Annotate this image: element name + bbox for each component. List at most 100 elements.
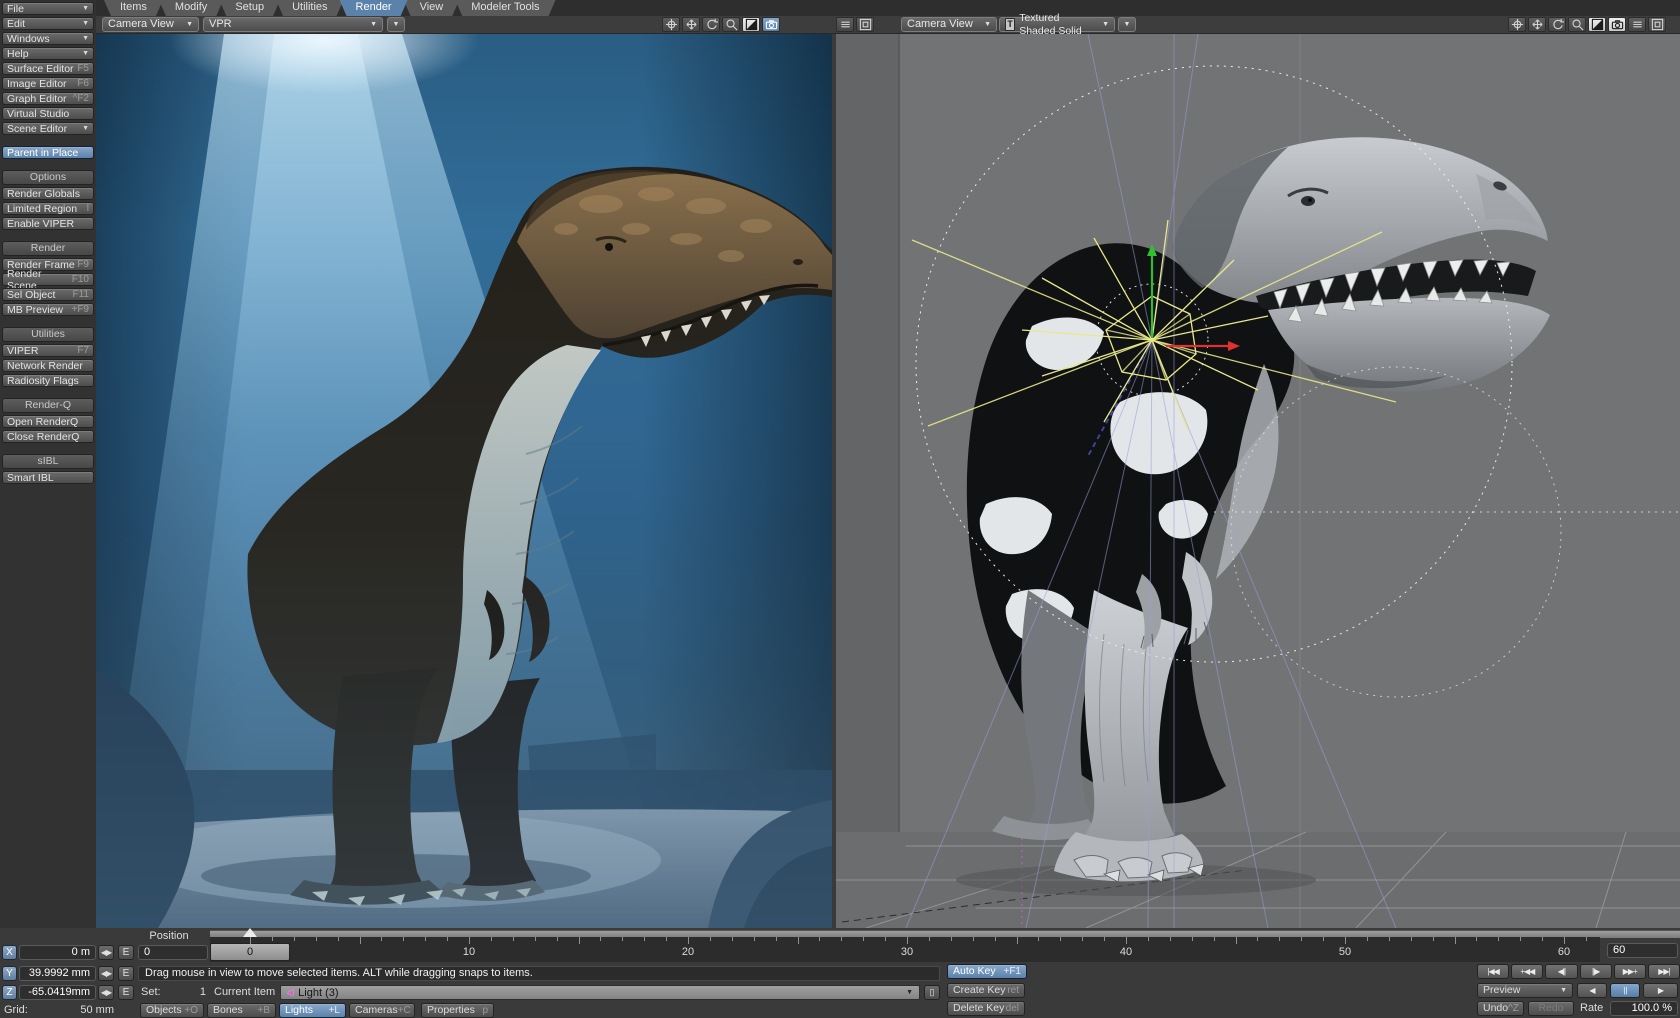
menu-windows[interactable]: Windows▼ (2, 32, 94, 45)
x-value-field[interactable]: 0 m (19, 945, 96, 960)
sidebar-item-graph-editor[interactable]: Graph Editor^F2 (2, 92, 94, 105)
item-type-bones[interactable]: Bones+B (207, 1003, 276, 1018)
move-icon[interactable] (1528, 17, 1546, 32)
sidebar-item-open-renderq[interactable]: Open RenderQ (2, 415, 94, 428)
timeline-marker-icon[interactable] (243, 928, 257, 937)
left-viewport-extra-dropdown[interactable]: ▼ (387, 17, 405, 32)
x-stepper[interactable]: ◀▶ (98, 945, 114, 960)
left-viewport-mode-dropdown[interactable]: VPR ▼ (203, 17, 383, 32)
x-axis-button[interactable]: X (2, 945, 17, 960)
sidebar-item-virtual-studio[interactable]: Virtual Studio (2, 107, 94, 120)
tab-render[interactable]: Render (340, 0, 408, 16)
prev-key-button[interactable]: +◀◀ (1511, 964, 1543, 979)
y-stepper[interactable]: ◀▶ (98, 966, 114, 981)
item-type-lights[interactable]: Lights+L (279, 1003, 346, 1018)
label: Delete Key (953, 1002, 1004, 1015)
auto-key-button[interactable]: Auto Key+F1 (947, 964, 1027, 979)
bottom-control-panel: Position 0 102030405060 60 X 0 m ◀▶ E 0 … (0, 928, 1680, 1018)
right-viewport-extra-dropdown[interactable]: ▼ (1118, 17, 1136, 32)
label: Cameras (355, 1004, 398, 1017)
fit-icon[interactable] (742, 17, 760, 32)
menu-help[interactable]: Help▼ (2, 47, 94, 60)
rotate-icon[interactable] (1548, 17, 1566, 32)
fit-icon[interactable] (1588, 17, 1606, 32)
y-value-field[interactable]: 39.9992 mm (19, 966, 96, 981)
camera-viewport-opengl[interactable] (836, 34, 1680, 928)
undo-button[interactable]: Undo ^Z (1477, 1001, 1524, 1016)
ruler-tick (776, 937, 777, 941)
sidebar-item-render-globals[interactable]: Render Globals (2, 187, 94, 200)
rate-value-field[interactable]: 100.0 % (1610, 1001, 1678, 1016)
tab-items[interactable]: Items (104, 0, 163, 16)
sidebar-item-network-render[interactable]: Network Render (2, 359, 94, 372)
maximize-icon[interactable] (1648, 17, 1666, 32)
menu-edit[interactable]: Edit▼ (2, 17, 94, 30)
play-forward-button[interactable]: ▶ (1643, 983, 1678, 998)
camera-icon[interactable] (762, 17, 780, 32)
sidebar-item-limited-region[interactable]: Limited Regionl (2, 202, 94, 215)
sidebar-item-scene-editor[interactable]: Scene Editor▼ (2, 122, 94, 135)
zoom-icon[interactable] (722, 17, 740, 32)
zoom-icon[interactable] (1568, 17, 1586, 32)
sidebar-item-close-renderq[interactable]: Close RenderQ (2, 430, 94, 443)
current-frame-field[interactable]: 0 (138, 945, 208, 960)
play-reverse-button[interactable]: ◀ (1577, 983, 1607, 998)
item-type-properties[interactable]: Propertiesp (421, 1003, 494, 1018)
next-key-button[interactable]: ▶▶+ (1614, 964, 1646, 979)
current-item-dropdown[interactable]: ◀ Light (3) ▼ (280, 985, 920, 1000)
sidebar-item-render-scene[interactable]: Render SceneF10 (2, 273, 94, 286)
sidebar-item-sel-object[interactable]: Sel ObjectF11 (2, 288, 94, 301)
item-type-objects[interactable]: Objects+O (140, 1003, 204, 1018)
sidebar-item-enable-viper[interactable]: Enable VIPER (2, 217, 94, 230)
y-axis-button[interactable]: Y (2, 966, 17, 981)
go-last-frame-button[interactable]: ▶▶| (1648, 964, 1680, 979)
rotate-icon[interactable] (702, 17, 720, 32)
create-key-button[interactable]: Create Keyret (947, 983, 1025, 998)
menu-icon[interactable] (836, 17, 854, 32)
timeline-ruler[interactable]: 0 102030405060 (210, 937, 1600, 962)
tab-view[interactable]: View (404, 0, 460, 16)
tab-modify[interactable]: Modify (159, 0, 223, 16)
pause-button[interactable]: | | (1610, 983, 1640, 998)
frame-slider-handle[interactable]: 0 (210, 943, 290, 961)
sidebar-item-parent-in-place[interactable]: Parent in Place (2, 146, 94, 159)
tab-modeler-tools[interactable]: Modeler Tools (455, 0, 555, 16)
left-viewport-view-dropdown[interactable]: Camera View ▼ (102, 17, 199, 32)
center-item-icon[interactable] (662, 17, 680, 32)
sidebar-item-mb-preview[interactable]: MB Preview+F9 (2, 303, 94, 316)
camera-icon[interactable] (1608, 17, 1626, 32)
z-envelope-button[interactable]: E (118, 985, 134, 1000)
center-item-icon[interactable] (1508, 17, 1526, 32)
move-icon[interactable] (682, 17, 700, 32)
sidebar-item-viper[interactable]: VIPERF7 (2, 344, 94, 357)
camera-viewport-vpr-render[interactable] (96, 34, 832, 928)
sidebar-item-radiosity-flags[interactable]: Radiosity Flags (2, 374, 94, 387)
z-stepper[interactable]: ◀▶ (98, 985, 114, 1000)
last-frame-field[interactable]: 60 (1607, 943, 1678, 958)
step-forward-button[interactable]: ||▶ (1580, 964, 1612, 979)
redo-button[interactable]: Redo (1528, 1001, 1574, 1016)
tab-setup[interactable]: Setup (219, 0, 280, 16)
right-viewport-view-dropdown[interactable]: Camera View ▼ (901, 17, 997, 32)
sidebar-item-smart-ibl[interactable]: Smart IBL (2, 471, 94, 484)
x-envelope-button[interactable]: E (118, 945, 134, 960)
right-viewport-mode-dropdown[interactable]: T Textured Shaded Solid ▼ (999, 17, 1115, 32)
maximize-icon[interactable] (856, 17, 874, 32)
tab-utilities[interactable]: Utilities (276, 0, 343, 16)
sidebar-item-surface-editor[interactable]: Surface EditorF5 (2, 62, 94, 75)
ruler-tick (1345, 937, 1346, 944)
z-axis-button[interactable]: Z (2, 985, 17, 1000)
item-type-cameras[interactable]: Cameras+C (349, 1003, 415, 1018)
menu-icon[interactable] (1628, 17, 1646, 32)
go-first-frame-button[interactable]: |◀◀ (1477, 964, 1509, 979)
step-back-button[interactable]: ◀|| (1545, 964, 1577, 979)
preview-dropdown[interactable]: Preview ▼ (1477, 983, 1573, 998)
ruler-tick (1192, 937, 1193, 941)
y-envelope-button[interactable]: E (118, 966, 134, 981)
delete-key-button[interactable]: Delete Keydel (947, 1001, 1025, 1016)
opengl-trex-scene (836, 34, 1680, 928)
z-value-field[interactable]: -65.0419mm (19, 985, 96, 1000)
sidebar-item-image-editor[interactable]: Image EditorF6 (2, 77, 94, 90)
menu-file[interactable]: File▼ (2, 2, 94, 15)
item-list-button[interactable]: ▯ (924, 985, 940, 1000)
